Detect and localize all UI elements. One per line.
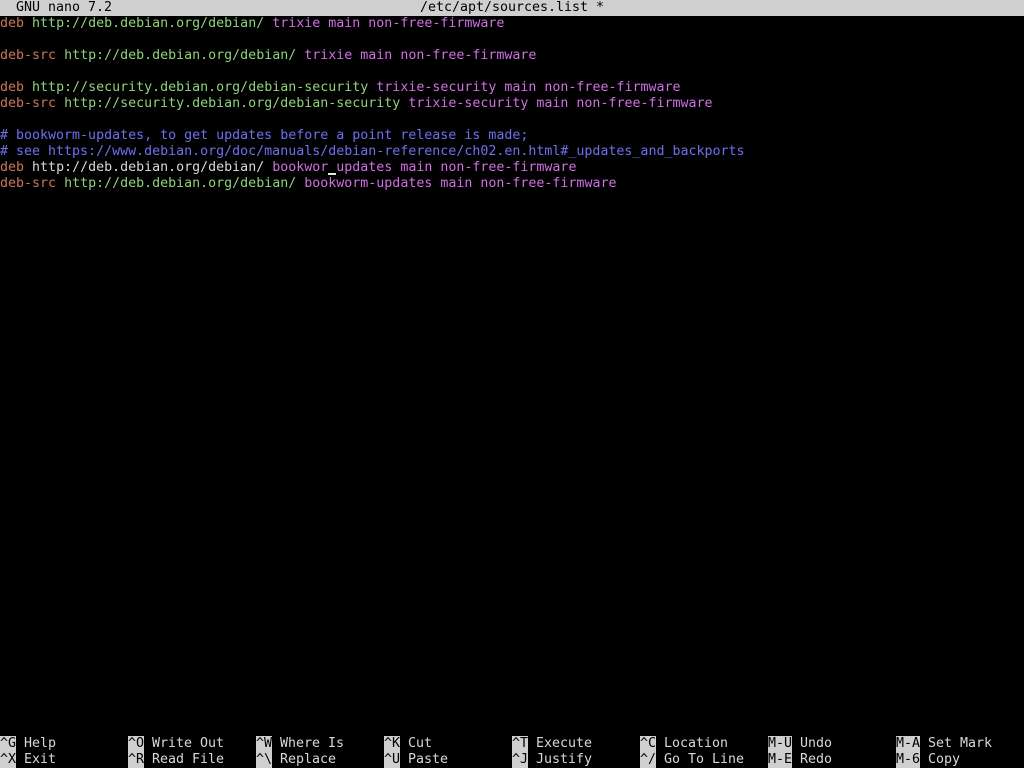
shortcut-location[interactable]: ^C Location [640, 736, 728, 752]
source-line[interactable]: deb http://deb.debian.org/debian/ trixie… [0, 16, 504, 32]
source-line[interactable]: deb http://deb.debian.org/debian/ bookwo… [0, 160, 576, 176]
source-line[interactable]: deb-src http://security.debian.org/debia… [0, 96, 713, 112]
shortcut-label: Help [24, 736, 57, 751]
shortcut-copy[interactable]: M-6 Copy [896, 752, 960, 768]
shortcut-key: ^X [0, 752, 17, 768]
shortcut-go-to-line[interactable]: ^/ Go To Line [640, 752, 744, 768]
repo-url: http://security.debian.org/debian-securi… [32, 80, 369, 95]
source-line[interactable]: # see https://www.debian.org/doc/manuals… [0, 144, 745, 160]
shortcut-key: ^/ [640, 752, 657, 768]
shortcut-label: Where Is [280, 736, 345, 751]
shortcut-exit[interactable]: ^X Exit [0, 752, 56, 768]
shortcut-key: ^G [0, 736, 17, 752]
shortcut-key: M-A [896, 736, 921, 752]
shortcut-label: Go To Line [664, 752, 745, 767]
repo-type: deb [0, 160, 25, 175]
title-bar: GNU nano 7.2 /etc/apt/sources.list * [0, 0, 1024, 16]
shortcut-label: Paste [408, 752, 449, 767]
repo-components: trixie main non-free-firmware [304, 48, 537, 63]
comment-text: # see https://www.debian.org/doc/manuals… [0, 144, 745, 159]
shortcut-key: ^O [128, 736, 145, 752]
repo-type: deb-src [0, 48, 57, 63]
repo-url: http://deb.debian.org/debian/ [32, 16, 265, 31]
shortcut-key: ^C [640, 736, 657, 752]
shortcut-key: ^\ [256, 752, 273, 768]
shortcut-label: Location [664, 736, 729, 751]
source-line[interactable]: deb-src http://deb.debian.org/debian/ tr… [0, 48, 536, 64]
shortcut-cut[interactable]: ^K Cut [384, 736, 432, 752]
repo-type: deb-src [0, 96, 57, 111]
shortcut-replace[interactable]: ^\ Replace [256, 752, 336, 768]
file-path: /etc/apt/sources.list * [419, 0, 605, 15]
repo-url: http://deb.debian.org/debian/ [32, 160, 265, 175]
shortcut-key: M-E [768, 752, 793, 768]
shortcut-label: Exit [24, 752, 57, 767]
shortcut-key: ^J [512, 752, 529, 768]
shortcut-label: Read File [152, 752, 225, 767]
shortcut-redo[interactable]: M-E Redo [768, 752, 832, 768]
repo-components: trixie main non-free-firmware [272, 16, 505, 31]
shortcut-key: ^K [384, 736, 401, 752]
nano-terminal-screen: GNU nano 7.2 /etc/apt/sources.list * deb… [0, 0, 1024, 768]
shortcut-label: Set Mark [928, 736, 993, 751]
shortcut-bar: ^G Help ^X Exit ^O Write Out ^R Read File ^W Wher… [0, 736, 1024, 768]
repo-type: deb-src [0, 176, 57, 191]
shortcut-label: Undo [800, 736, 833, 751]
repo-components: bookworm-updates main non-free-firmware [304, 176, 617, 191]
shortcut-key: ^W [256, 736, 273, 752]
shortcut-key: M-6 [896, 752, 921, 768]
shortcut-label: Execute [536, 736, 593, 751]
shortcut-set-mark[interactable]: M-A Set Mark [896, 736, 992, 752]
shortcut-justify[interactable]: ^J Justify [512, 752, 592, 768]
shortcut-where-is[interactable]: ^W Where Is [256, 736, 344, 752]
repo-components: trixie-security main non-free-firmware [376, 80, 681, 95]
shortcut-read-file[interactable]: ^R Read File [128, 752, 224, 768]
shortcut-undo[interactable]: M-U Undo [768, 736, 832, 752]
source-line[interactable]: deb http://security.debian.org/debian-se… [0, 80, 681, 96]
shortcut-label: Justify [536, 752, 593, 767]
shortcut-label: Write Out [152, 736, 225, 751]
source-line[interactable]: deb-src http://deb.debian.org/debian/ bo… [0, 176, 616, 192]
repo-components: updates main non-free-firmware [336, 160, 577, 175]
shortcut-label: Redo [800, 752, 833, 767]
repo-type: deb [0, 16, 25, 31]
editor-buffer[interactable]: deb http://deb.debian.org/debian/ trixie… [0, 16, 1024, 736]
shortcut-paste[interactable]: ^U Paste [384, 752, 448, 768]
repo-url: http://deb.debian.org/debian/ [64, 176, 297, 191]
shortcut-write-out[interactable]: ^O Write Out [128, 736, 224, 752]
repo-components: trixie-security main non-free-firmware [408, 96, 713, 111]
shortcut-label: Copy [928, 752, 961, 767]
repo-type: deb [0, 80, 25, 95]
shortcut-execute[interactable]: ^T Execute [512, 736, 592, 752]
repo-url: http://security.debian.org/debian-securi… [64, 96, 401, 111]
shortcut-key: ^U [384, 752, 401, 768]
shortcut-key: ^T [512, 736, 529, 752]
shortcut-help[interactable]: ^G Help [0, 736, 56, 752]
comment-text: # bookworm-updates, to get updates befor… [0, 128, 529, 143]
repo-components: bookwor [272, 160, 329, 175]
shortcut-label: Replace [280, 752, 337, 767]
repo-url: http://deb.debian.org/debian/ [64, 48, 297, 63]
shortcut-key: ^R [128, 752, 145, 768]
shortcut-label: Cut [408, 736, 433, 751]
shortcut-key: M-U [768, 736, 793, 752]
source-line[interactable]: # bookworm-updates, to get updates befor… [0, 128, 528, 144]
